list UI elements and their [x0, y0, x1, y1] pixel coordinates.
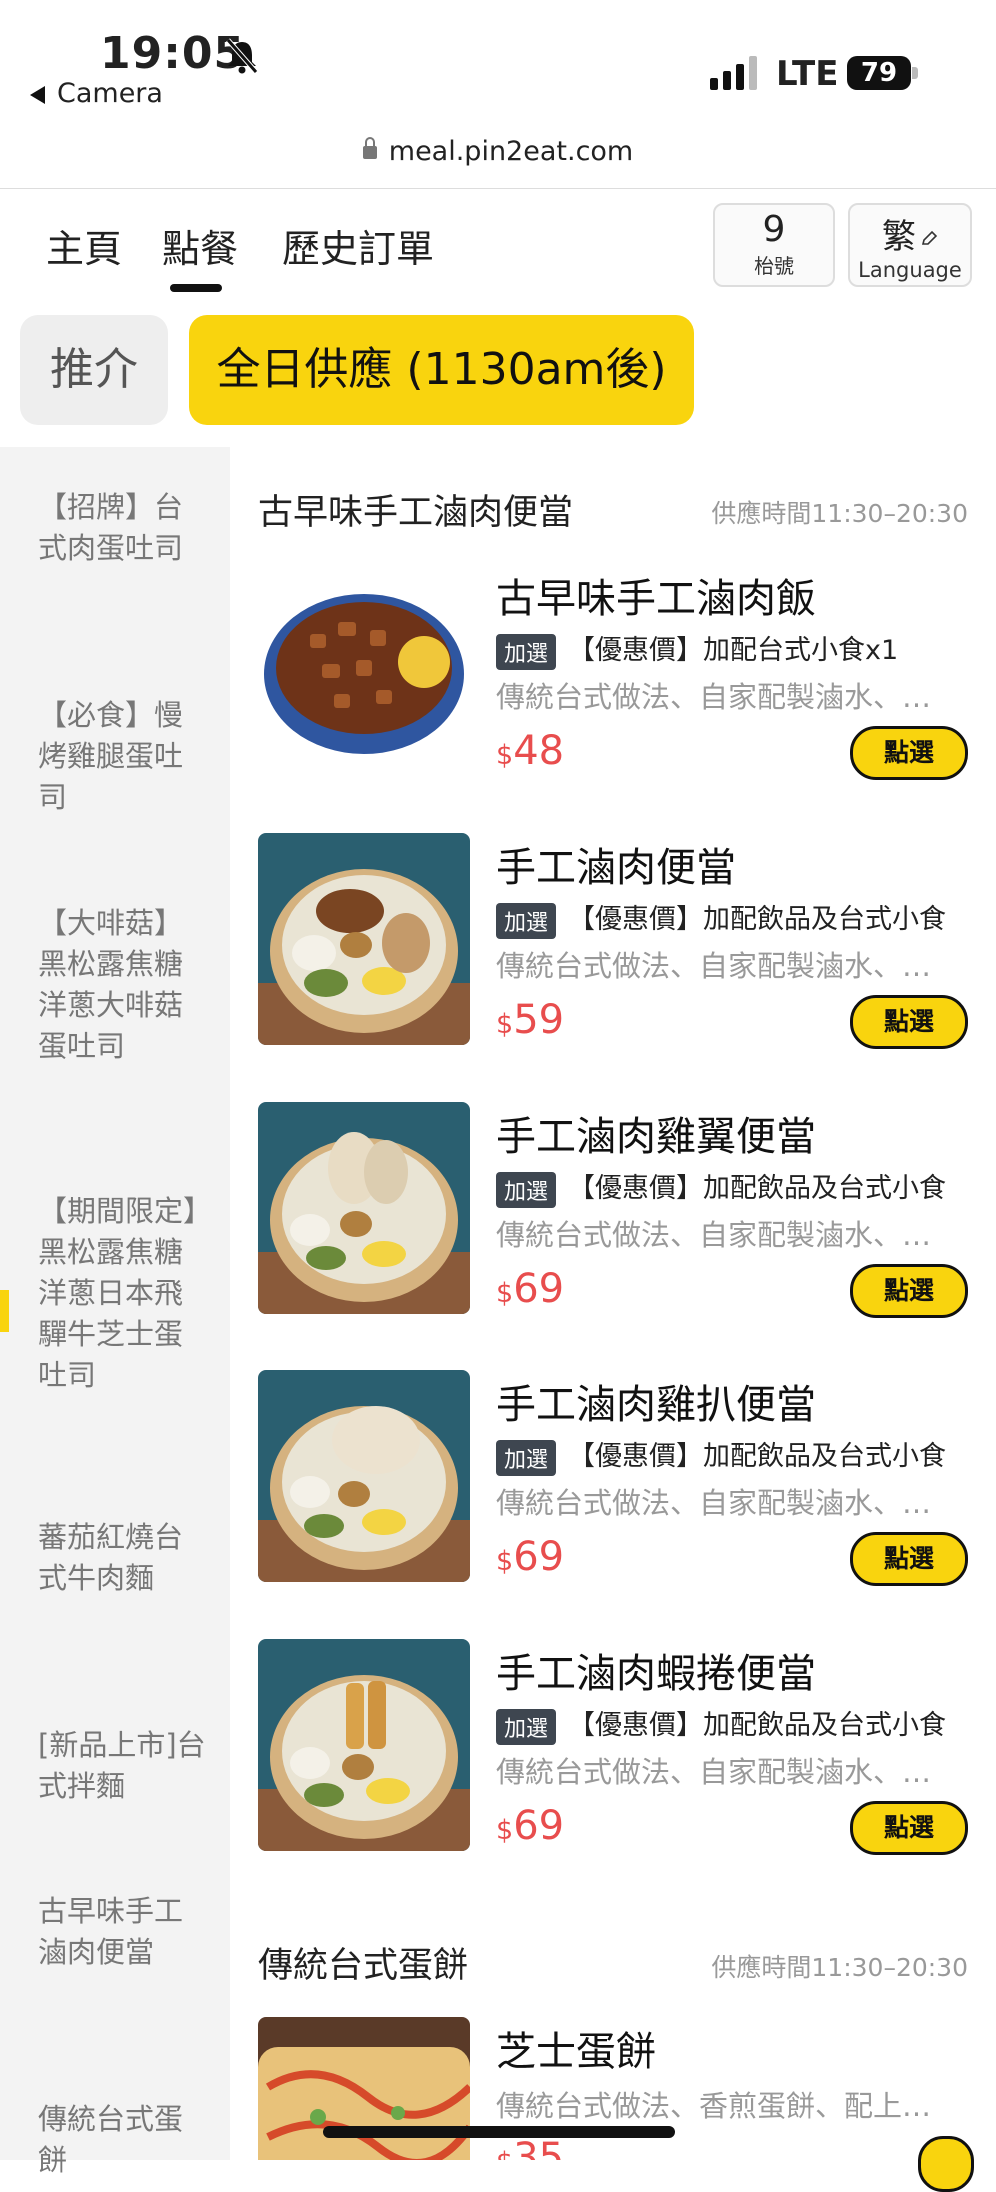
item-description: 傳統台式做法、香煎蛋餅、配上芝士: [496, 2089, 956, 2123]
food-image: [258, 564, 470, 776]
add-button[interactable]: [918, 2136, 974, 2192]
signal-icon: [710, 56, 757, 90]
item-price: $35: [496, 2135, 565, 2160]
item-name: 手工滷肉蝦捲便當: [496, 1651, 816, 1697]
item-price: $69: [496, 1266, 565, 1312]
item-description: 傳統台式做法、自家配製滷水、慢火燉煮: [496, 949, 956, 983]
menu-item[interactable]: 芝士蛋餅 傳統台式做法、香煎蛋餅、配上芝士 $35: [258, 2017, 968, 2160]
active-tab-indicator: [170, 284, 222, 292]
language-label: Language: [858, 258, 962, 282]
table-number-button[interactable]: 9 枱號: [713, 203, 835, 287]
section-time: 供應時間11:30–20:30: [711, 499, 968, 528]
divider: [0, 188, 996, 189]
item-name: 手工滷肉便當: [496, 845, 736, 891]
home-indicator[interactable]: [323, 2126, 675, 2138]
pencil-icon: [921, 230, 938, 245]
language-button[interactable]: 繁 Language: [848, 203, 972, 287]
food-image: [258, 1639, 470, 1851]
language-char: 繁: [882, 217, 916, 257]
item-description: 傳統台式做法、自家配製滷水、慢火燉煮: [496, 1486, 956, 1520]
category-all-day[interactable]: 全日供應 (1130am後): [189, 315, 694, 425]
sidebar-item[interactable]: 傳統台式蛋餅: [38, 2099, 208, 2181]
item-promo: 加選 【優惠價】加配飲品及台式小食: [496, 1434, 968, 1476]
sidebar-active-marker: [0, 1290, 9, 1332]
item-description: 傳統台式做法、自家配製滷水、慢火燉煮: [496, 1218, 956, 1252]
item-description: 傳統台式做法、自家配製滷水、慢火燉煮: [496, 680, 956, 714]
item-promo: 加選 【優惠價】加配飲品及台式小食: [496, 897, 968, 939]
item-name: 手工滷肉雞扒便當: [496, 1382, 816, 1428]
item-price: $69: [496, 1803, 565, 1849]
add-on-tag: 加選: [496, 633, 557, 670]
table-number: 9: [762, 209, 786, 250]
item-promo: 加選 【優惠價】加配台式小食x1: [496, 628, 968, 670]
menu-item[interactable]: 手工滷肉雞扒便當 加選 【優惠價】加配飲品及台式小食 傳統台式做法、自家配製滷水、…: [258, 1370, 968, 1586]
tab-order[interactable]: 點餐: [162, 218, 238, 273]
section-time: 供應時間11:30–20:30: [711, 1953, 968, 1982]
sidebar-item[interactable]: 【必食】慢烤雞腿蛋吐司: [38, 695, 208, 818]
network-type: LTE: [776, 54, 839, 94]
menu-item[interactable]: 手工滷肉雞翼便當 加選 【優惠價】加配飲品及台式小食 傳統台式做法、自家配製滷水、…: [258, 1102, 968, 1318]
select-button[interactable]: 點選: [850, 995, 968, 1049]
item-name: 芝士蛋餅: [496, 2029, 656, 2075]
section-title: 古早味手工滷肉便當: [258, 493, 574, 533]
sidebar: 【招牌】台式肉蛋吐司 【必食】慢烤雞腿蛋吐司 【大啡菇】黑松露焦糖洋蔥大啡菇蛋吐…: [0, 447, 230, 2177]
select-button[interactable]: 點選: [850, 1532, 968, 1586]
item-price: $69: [496, 1534, 565, 1580]
item-promo: 加選 【優惠價】加配飲品及台式小食: [496, 1166, 968, 1208]
battery-icon: 79: [847, 56, 911, 90]
menu-item[interactable]: 手工滷肉便當 加選【優惠價】加配飲品及台式小食 傳統台式做法、自家配製滷水、慢火…: [258, 833, 968, 1049]
battery-tip: [912, 67, 918, 79]
item-price: $59: [496, 997, 565, 1043]
add-on-tag: 加選: [496, 902, 557, 939]
add-on-tag: 加選: [496, 1171, 557, 1208]
sidebar-item[interactable]: 【大啡菇】黑松露焦糖洋蔥大啡菇蛋吐司: [38, 903, 208, 1067]
sidebar-item[interactable]: 古早味手工滷肉便當: [38, 1891, 208, 1973]
lock-icon: [362, 137, 377, 159]
section-title: 傳統台式蛋餅: [258, 1946, 469, 1986]
category-recommend[interactable]: 推介: [20, 315, 168, 425]
food-image: [258, 1370, 470, 1582]
item-name: 古早味手工滷肉飯: [496, 576, 816, 622]
item-promo: 加選 【優惠價】加配飲品及台式小食: [496, 1703, 968, 1745]
menu-item[interactable]: 手工滷肉蝦捲便當 加選 【優惠價】加配飲品及台式小食 傳統台式做法、自家配製滷水、…: [258, 1639, 968, 1855]
sidebar-item[interactable]: 【期間限定】黑松露焦糖洋蔥日本飛驒牛芝士蛋吐司: [38, 1191, 208, 1396]
food-image: [258, 2017, 470, 2160]
select-button[interactable]: 點選: [850, 726, 968, 780]
item-price: $48: [496, 728, 565, 774]
sidebar-item[interactable]: 【招牌】台式肉蛋吐司: [38, 487, 208, 569]
add-on-tag: 加選: [496, 1708, 557, 1745]
sidebar-item[interactable]: 蕃茄紅燒台式牛肉麵: [38, 1517, 208, 1599]
select-button[interactable]: 點選: [850, 1801, 968, 1855]
back-to-camera[interactable]: Camera: [30, 78, 163, 109]
back-arrow-icon: [30, 85, 45, 104]
tab-order-history[interactable]: 歷史訂單: [282, 218, 434, 273]
add-on-tag: 加選: [496, 1439, 557, 1476]
url-bar[interactable]: meal.pin2eat.com: [0, 136, 996, 167]
table-label: 枱號: [754, 254, 794, 278]
food-image: [258, 833, 470, 1045]
menu-item[interactable]: 古早味手工滷肉飯 加選 【優惠價】加配台式小食x1 傳統台式做法、自家配製滷水、慢…: [258, 564, 968, 780]
status-bar: 19:05 Camera LTE 79 meal.pin2eat.com: [0, 0, 996, 167]
item-description: 傳統台式做法、自家配製滷水、慢火燉煮: [496, 1755, 956, 1789]
tab-home[interactable]: 主頁: [46, 218, 122, 273]
item-name: 手工滷肉雞翼便當: [496, 1114, 816, 1160]
select-button[interactable]: 點選: [850, 1264, 968, 1318]
food-image: [258, 1102, 470, 1314]
mute-bell-icon: [226, 38, 258, 74]
sidebar-item[interactable]: [新品上市]台式拌麵: [38, 1725, 208, 1807]
